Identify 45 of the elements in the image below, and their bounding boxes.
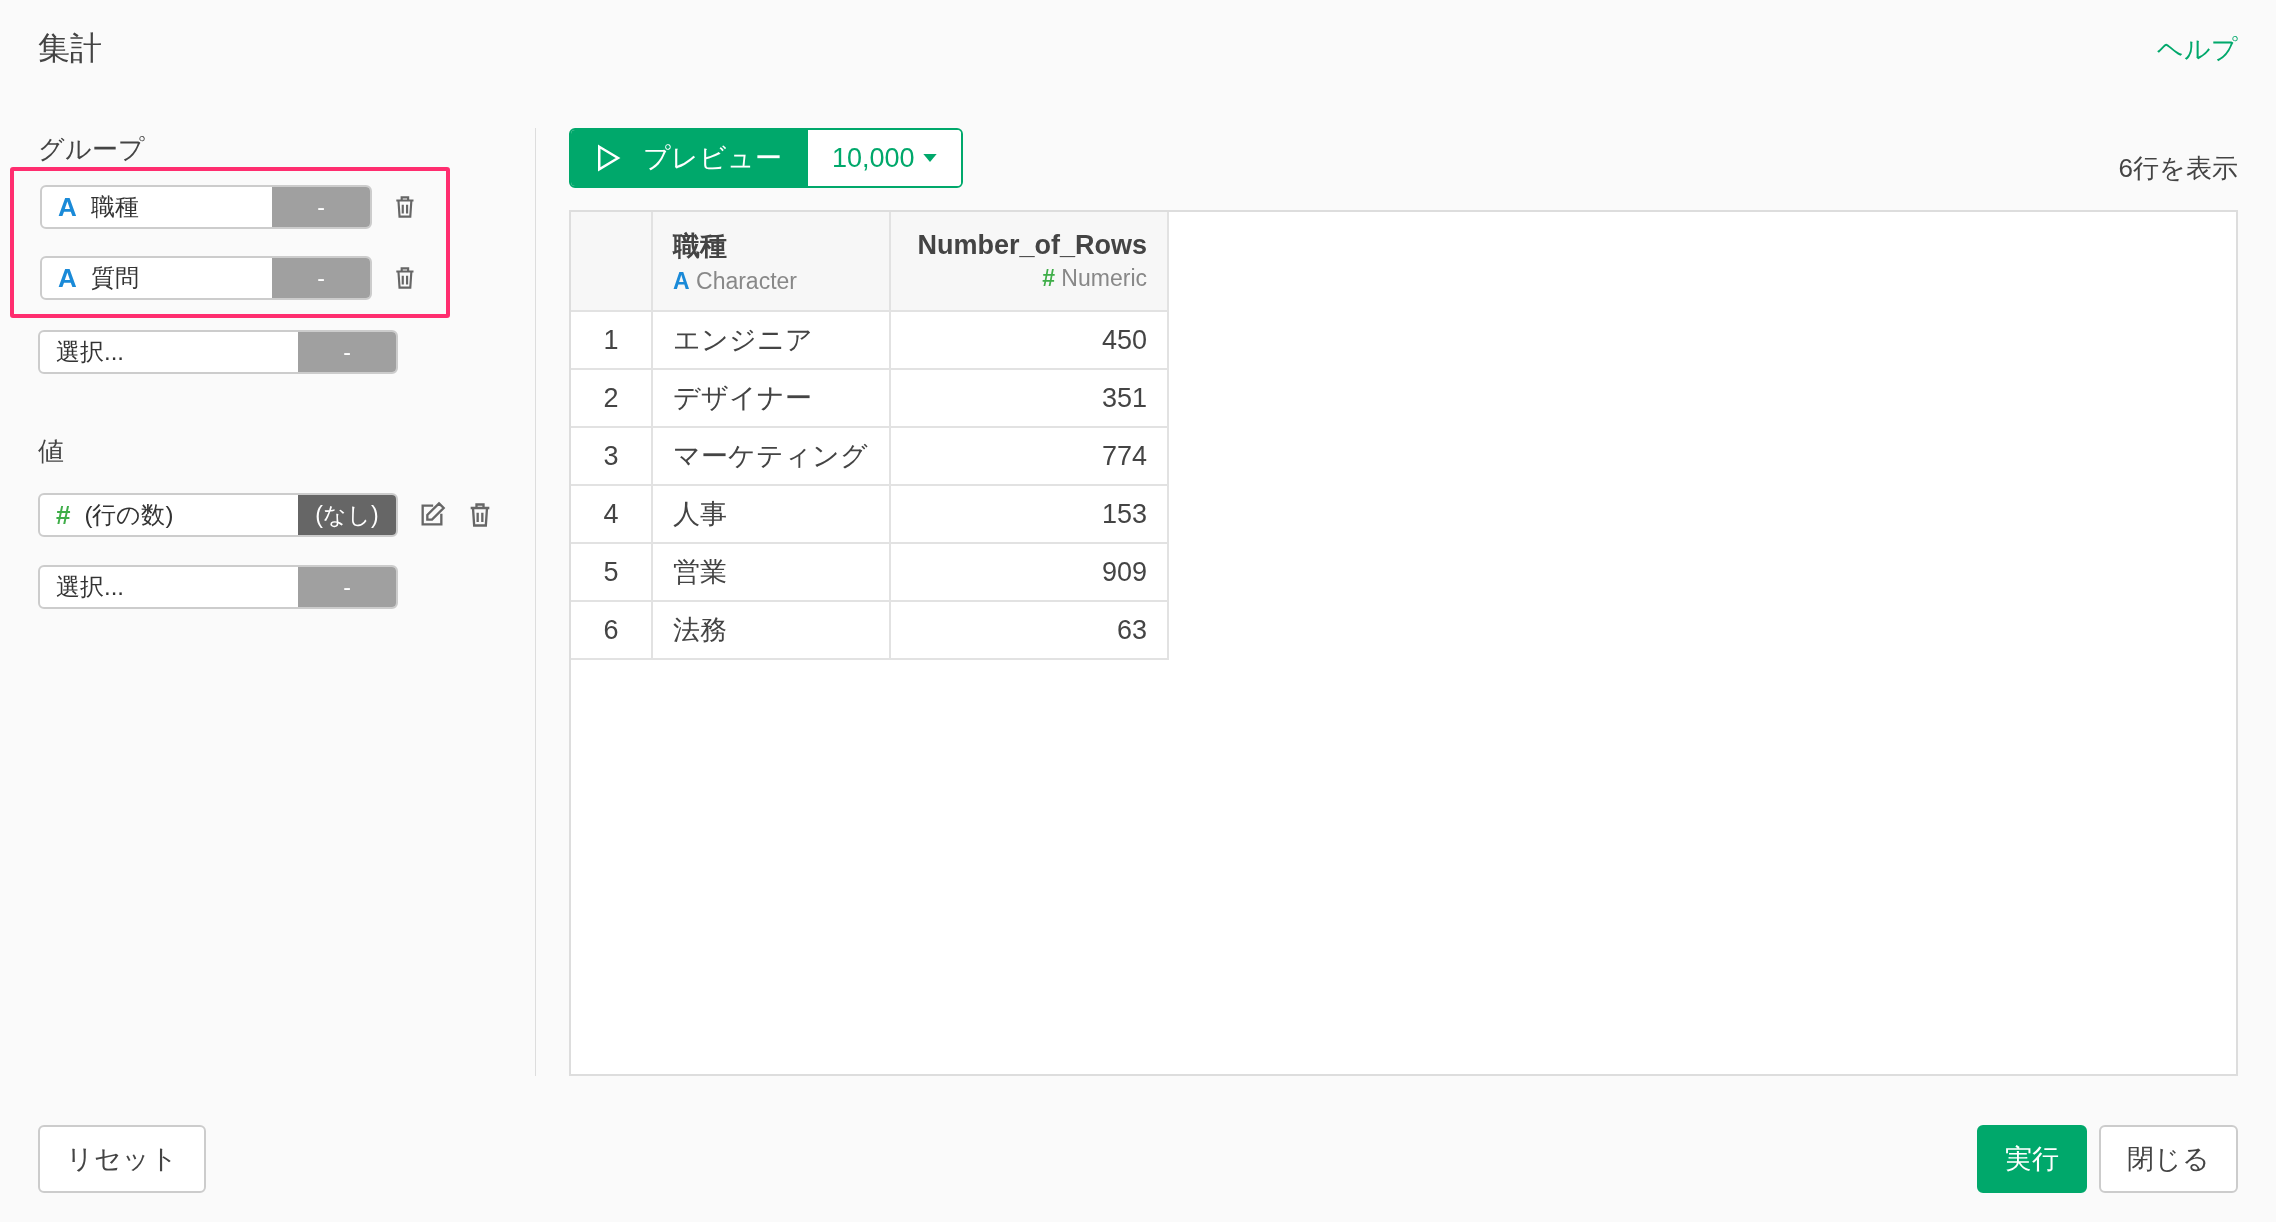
field-placeholder: 選択... [56, 572, 124, 602]
help-link[interactable]: ヘルプ [2157, 31, 2238, 67]
numeric-type-icon: # [56, 499, 71, 531]
table-cell: 人事 [652, 485, 890, 543]
field-name: 職種 [90, 192, 139, 222]
field-selector[interactable]: A 職種 - [40, 185, 373, 229]
table-cell: 63 [890, 601, 1168, 659]
table-cell: 909 [890, 543, 1168, 601]
table-cell: マーケティング [652, 427, 890, 485]
field-name: 質問 [90, 263, 139, 293]
row-number: 1 [571, 311, 652, 369]
column-header: 職種 A Character [652, 212, 890, 311]
row-number: 6 [571, 601, 652, 659]
caret-icon [922, 154, 937, 162]
character-type-icon: A [58, 191, 77, 223]
field-selector[interactable]: 選択... - [38, 330, 398, 374]
field-placeholder: 選択... [56, 337, 124, 367]
dialog-title: 集計 [38, 29, 102, 68]
field-selector[interactable]: A 質問 - [40, 256, 373, 300]
close-button[interactable]: 閉じる [2099, 1125, 2238, 1193]
table-cell: 153 [890, 485, 1168, 543]
table-cell: デザイナー [652, 369, 890, 427]
field-name: (行の数) [84, 500, 174, 530]
row-number: 2 [571, 369, 652, 427]
row-number: 3 [571, 427, 652, 485]
character-type-icon: A [58, 262, 77, 294]
row-number: 4 [571, 485, 652, 543]
run-button[interactable]: 実行 [1977, 1125, 2087, 1193]
row-number: 5 [571, 543, 652, 601]
table-cell: 450 [890, 311, 1168, 369]
aggregation-dropdown[interactable]: (なし) [298, 495, 396, 535]
field-selector[interactable]: # (行の数) (なし) [38, 493, 398, 537]
row-limit-dropdown[interactable]: 10,000 [808, 130, 961, 186]
preview-button[interactable]: プレビュー [571, 130, 808, 186]
table-cell: 営業 [652, 543, 890, 601]
section-label: 値 [38, 435, 65, 468]
section-label: グループ [38, 133, 146, 166]
table-cell: エンジニア [652, 311, 890, 369]
row-count: 6行を表示 [2118, 152, 2238, 185]
reset-button[interactable]: リセット [38, 1125, 206, 1193]
field-selector[interactable]: 選択... - [38, 565, 398, 609]
column-header: Number_of_Rows # Numeric [890, 212, 1168, 311]
table-cell: 351 [890, 369, 1168, 427]
table-cell: 774 [890, 427, 1168, 485]
table-cell: 法務 [652, 601, 890, 659]
